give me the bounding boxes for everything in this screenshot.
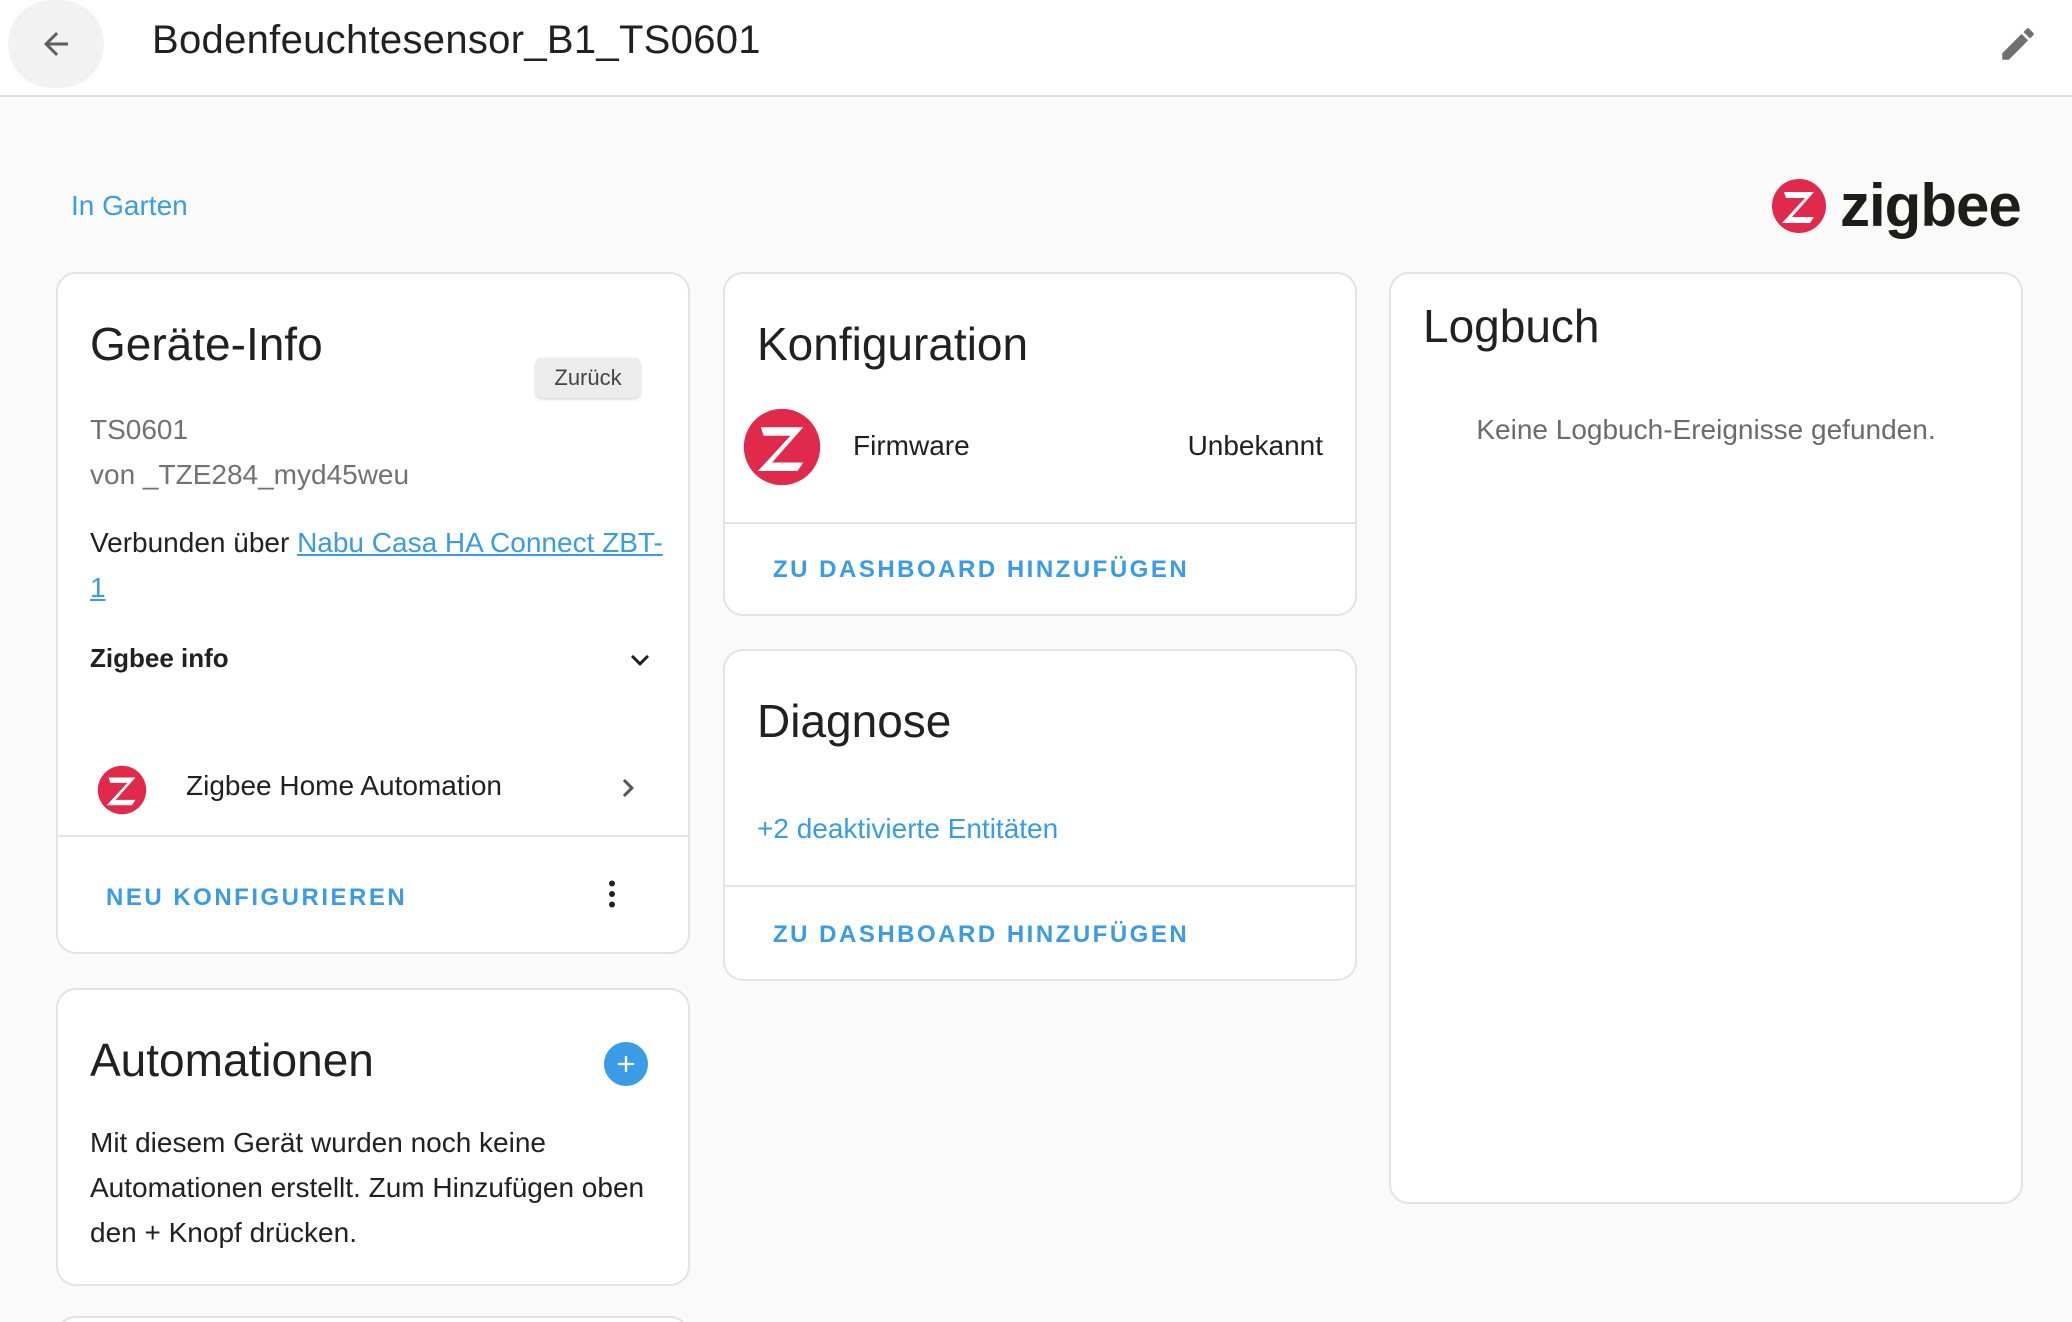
automations-card: Automationen Mit diesem Gerät wurden noc… <box>56 988 690 1286</box>
chevron-right-icon <box>622 779 634 797</box>
device-info-title: Geräte-Info <box>90 318 323 370</box>
area-link[interactable]: In Garten <box>71 190 188 222</box>
pencil-icon <box>2002 28 2034 60</box>
connected-via-link[interactable]: Nabu Casa HA Connect ZBT- <box>297 527 663 558</box>
zigbee-brand-logo: zigbee <box>1770 170 2030 242</box>
edit-button[interactable] <box>1992 18 2044 70</box>
configuration-divider <box>725 522 1355 524</box>
zigbee-integration-icon <box>97 765 147 815</box>
firmware-state: Unbekannt <box>1187 430 1323 461</box>
device-info-divider <box>58 835 688 837</box>
reconfigure-button[interactable]: NEU KONFIGURIEREN <box>106 884 407 912</box>
automations-title: Automationen <box>90 1034 374 1086</box>
device-model: TS0601 <box>90 414 189 445</box>
logbook-title: Logbuch <box>1423 300 1600 352</box>
diagnostics-add-dashboard-button[interactable]: ZU DASHBOARD HINZUFÜGEN <box>773 921 1189 949</box>
back-tooltip: Zurück <box>536 358 640 398</box>
connected-via-label: Verbunden über <box>90 527 298 558</box>
dots-vertical-icon <box>609 880 615 908</box>
zigbee-wordmark: zigbee <box>1840 172 2022 239</box>
zigbee-info-expander[interactable]: Zigbee info <box>90 642 658 690</box>
page-title: Bodenfeuchtesensor_B1_TS0601 <box>152 18 761 62</box>
firmware-entity-row[interactable]: Firmware Unbekannt <box>725 404 1355 490</box>
plus-icon <box>617 1055 635 1073</box>
logbook-card: Logbuch Keine Logbuch-Ereignisse gefunde… <box>1389 272 2023 1204</box>
diagnostics-divider <box>725 885 1355 887</box>
zigbee-info-label: Zigbee info <box>90 643 229 673</box>
disabled-entities-link[interactable]: +2 deaktivierte Entitäten <box>757 813 1058 845</box>
diagnostics-title: Diagnose <box>757 695 952 747</box>
device-manufacturer: von _TZE284_myd45weu <box>90 459 410 490</box>
firmware-name: Firmware <box>853 430 970 461</box>
connected-via-text: Verbunden über Nabu Casa HA Connect ZBT-… <box>90 520 670 610</box>
configuration-card: Konfiguration Firmware Unbekannt ZU DASH… <box>723 272 1357 616</box>
configuration-add-dashboard-button[interactable]: ZU DASHBOARD HINZUFÜGEN <box>773 556 1189 584</box>
zigbee-logo-icon <box>1772 179 1826 233</box>
more-options-button[interactable] <box>588 870 636 918</box>
top-app-bar: Bodenfeuchtesensor_B1_TS0601 <box>0 0 2072 97</box>
configuration-title: Konfiguration <box>757 318 1029 370</box>
back-button[interactable] <box>8 0 104 88</box>
add-automation-button[interactable] <box>604 1042 648 1086</box>
arrow-left-icon <box>44 32 68 56</box>
connected-via-link-cont[interactable]: 1 <box>90 572 106 603</box>
integration-label: Zigbee Home Automation <box>186 770 502 801</box>
automations-description: Mit diesem Gerät wurden noch keine Autom… <box>90 1127 645 1248</box>
chevron-down-icon <box>631 654 649 666</box>
integration-row[interactable]: Zigbee Home Automation <box>58 754 688 824</box>
next-card-partial <box>56 1316 690 1322</box>
zigbee-entity-icon <box>743 408 821 486</box>
diagnostics-card: Diagnose +2 deaktivierte Entitäten ZU DA… <box>723 649 1357 981</box>
logbook-empty-text: Keine Logbuch-Ereignisse gefunden. <box>1476 414 1936 445</box>
